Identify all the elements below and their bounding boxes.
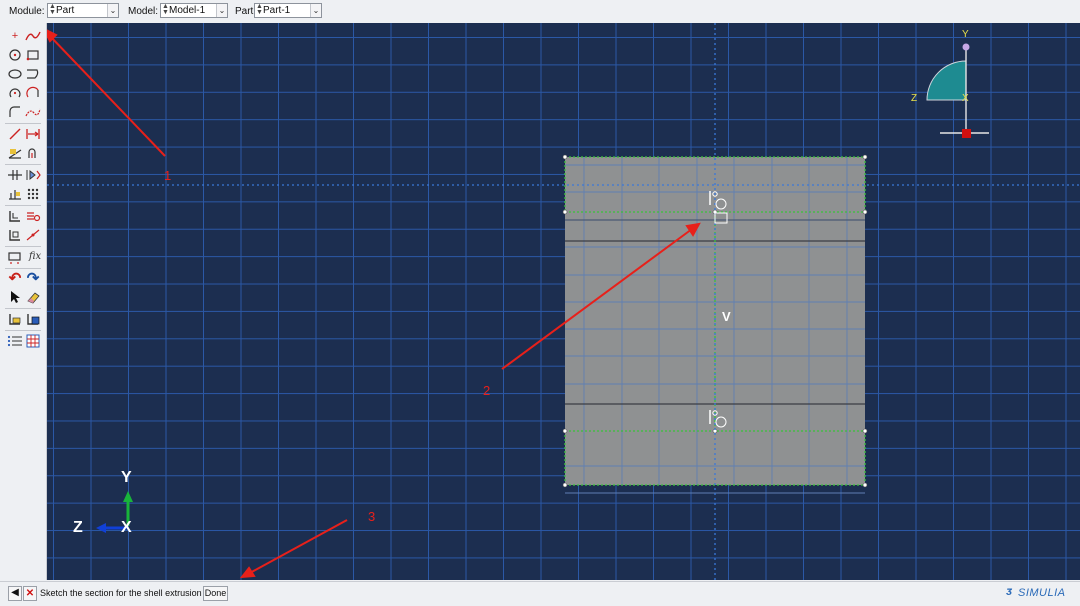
annotation-label-1: 1 bbox=[164, 168, 172, 183]
chevron-down-icon: ⌄ bbox=[216, 4, 227, 17]
module-value: Part bbox=[56, 5, 75, 16]
cancel-x-icon[interactable]: ✕ bbox=[23, 586, 37, 601]
copy-icon[interactable] bbox=[6, 186, 24, 202]
part-value: Part-1 bbox=[263, 5, 291, 16]
triad-bottom-x-label: X bbox=[121, 519, 132, 536]
part-select[interactable]: ▲ ▼ Part-1 ⌄ bbox=[254, 3, 322, 18]
eraser-icon[interactable] bbox=[24, 289, 42, 305]
prompt-message: Sketch the section for the shell extrusi… bbox=[40, 588, 202, 598]
sketch-options-icon[interactable] bbox=[6, 333, 24, 349]
create-arc-center-icon[interactable] bbox=[6, 85, 24, 101]
create-reference-icon[interactable] bbox=[6, 208, 24, 224]
linear-pattern-icon[interactable] bbox=[24, 208, 42, 224]
create-construction-spline-icon[interactable] bbox=[24, 104, 42, 120]
create-circle-icon[interactable] bbox=[6, 47, 24, 63]
toolbox-divider bbox=[5, 308, 41, 309]
model-label: Model: bbox=[128, 6, 159, 17]
add-constraint-icon[interactable] bbox=[6, 249, 24, 265]
toolbox-divider bbox=[5, 123, 41, 124]
part-label: Part: bbox=[235, 6, 257, 17]
model-select[interactable]: ▲ ▼ Model-1 ⌄ bbox=[160, 3, 228, 18]
annotation-arrowhead bbox=[47, 29, 58, 43]
arrow-left-icon[interactable]: ◀ bbox=[8, 586, 22, 601]
create-spline-icon[interactable] bbox=[24, 28, 42, 44]
grid-icon[interactable] bbox=[24, 333, 42, 349]
module-select[interactable]: ▲ ▼ Part ⌄ bbox=[47, 3, 119, 18]
create-isolated-point-icon[interactable]: + bbox=[6, 28, 24, 44]
model-value: Model-1 bbox=[169, 5, 206, 16]
triad-bottom-y-label: Y bbox=[121, 469, 132, 486]
create-rectangle-icon[interactable] bbox=[24, 47, 42, 63]
translate-icon[interactable] bbox=[6, 227, 24, 243]
offset-icon[interactable] bbox=[6, 167, 24, 183]
toolbox-divider bbox=[5, 164, 41, 165]
create-dimension-icon[interactable] bbox=[24, 126, 42, 142]
triad-top-y-label: Y bbox=[962, 29, 969, 40]
grid-pattern-icon[interactable] bbox=[24, 186, 42, 202]
prompt-area: ◀ ✕ Sketch the section for the shell ext… bbox=[0, 581, 1080, 606]
fix-constraint-icon[interactable]: fix bbox=[24, 249, 46, 265]
save-sketch-icon[interactable] bbox=[6, 311, 24, 327]
redo-icon[interactable]: ↷ bbox=[24, 271, 42, 287]
create-fillet-icon[interactable] bbox=[6, 104, 24, 120]
ds-logo-icon: ᴣ bbox=[1006, 584, 1013, 598]
mirror-icon[interactable] bbox=[24, 167, 42, 183]
auto-trim-icon[interactable] bbox=[24, 145, 42, 161]
chevron-down-icon: ⌄ bbox=[107, 4, 118, 17]
chevron-down-icon: ⌄ bbox=[310, 4, 321, 17]
undo-icon[interactable]: ↶ bbox=[6, 271, 24, 287]
triad-top-z-label: Z bbox=[911, 93, 918, 104]
toolbox-divider bbox=[5, 330, 41, 331]
sketch-viewport[interactable]: V Y Z X Y Z X 1 2 3 bbox=[47, 23, 1080, 580]
toolbox-divider bbox=[5, 246, 41, 247]
retrieve-sketch-icon[interactable] bbox=[24, 311, 42, 327]
create-ellipse-icon[interactable] bbox=[6, 66, 24, 82]
module-label: Module: bbox=[9, 6, 45, 17]
construction-point-icon[interactable] bbox=[24, 227, 42, 243]
triad-top-right bbox=[926, 43, 989, 138]
center-label: V bbox=[722, 309, 731, 324]
sketch-canvas[interactable] bbox=[47, 23, 1080, 580]
annotation-label-3: 3 bbox=[368, 509, 376, 524]
annotation-label-2: 2 bbox=[483, 383, 491, 398]
create-line-icon[interactable] bbox=[24, 66, 42, 82]
simulia-brand: SIMULIA bbox=[1018, 587, 1066, 599]
done-button[interactable]: Done bbox=[203, 586, 228, 601]
toolbox-divider bbox=[5, 205, 41, 206]
create-construction-line-icon[interactable] bbox=[6, 126, 24, 142]
spin-arrows-icon: ▲ ▼ bbox=[162, 3, 169, 16]
triad-top-x-label: X bbox=[962, 93, 969, 104]
toolbox-divider bbox=[5, 268, 41, 269]
edit-dimension-icon[interactable] bbox=[6, 145, 24, 161]
spin-arrows-icon: ▲ ▼ bbox=[49, 3, 56, 16]
select-icon[interactable] bbox=[6, 289, 24, 305]
annotation-arrowhead bbox=[239, 566, 256, 579]
sketch-toolbox: + fix ↶ ↷ bbox=[0, 23, 47, 580]
triad-bottom-z-label: Z bbox=[73, 519, 83, 536]
spin-arrows-icon: ▲ ▼ bbox=[256, 3, 263, 16]
context-bar: Module: ▲ ▼ Part ⌄ Model: ▲ ▼ Model-1 ⌄ Pa… bbox=[0, 0, 1080, 24]
create-arc-tangent-icon[interactable] bbox=[24, 85, 42, 101]
